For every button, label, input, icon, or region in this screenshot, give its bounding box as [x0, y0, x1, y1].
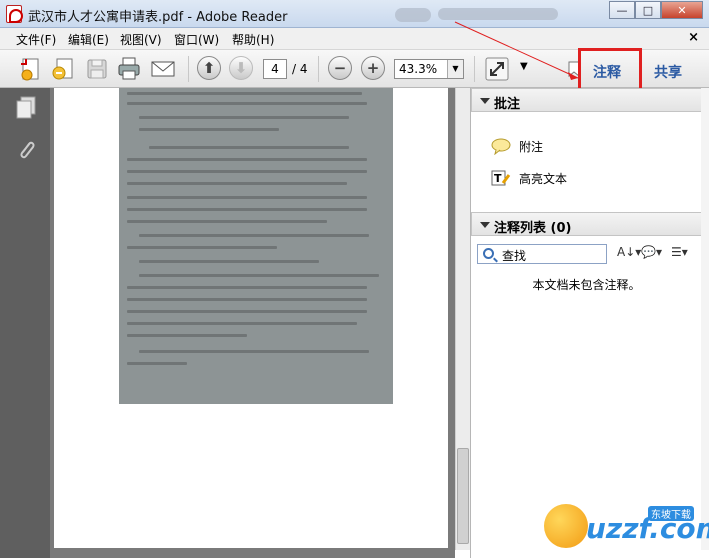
document-view[interactable]	[50, 88, 455, 558]
watermark-logo-icon	[544, 504, 588, 548]
annotations-section-header[interactable]: 批注	[471, 88, 702, 112]
svg-text:T: T	[494, 172, 502, 185]
sticky-note-label: 附注	[519, 139, 544, 154]
comment-search-input[interactable]: 查找	[477, 244, 607, 264]
search-placeholder: 查找	[502, 249, 527, 263]
no-comments-message: 本文档未包含注释。	[532, 278, 641, 292]
page-thumbnails-icon[interactable]	[15, 96, 37, 120]
pdf-page	[54, 88, 448, 548]
comment-pane: 批注 附注 T 高亮文本 注释列表 (0) 查找 A↓▾ 💬▾ ☰▾ 本文档未包…	[470, 88, 709, 558]
filter-comments-icon[interactable]: 💬▾	[641, 245, 662, 259]
sticky-note-icon	[491, 138, 511, 155]
site-watermark: uzzf.com 东坡下载	[540, 498, 709, 556]
options-menu-icon[interactable]: ☰▾	[671, 245, 688, 259]
highlight-text-icon: T	[491, 170, 511, 186]
highlight-text-tool[interactable]: T 高亮文本	[491, 168, 567, 188]
comment-list-header[interactable]: 注释列表 (0)	[471, 212, 702, 236]
document-scrollbar[interactable]	[455, 88, 470, 550]
scanned-page-image	[119, 88, 393, 404]
pane-scrollbar[interactable]	[701, 88, 709, 550]
highlight-text-label: 高亮文本	[519, 171, 568, 186]
search-icon	[483, 248, 494, 259]
sort-icon[interactable]: A↓▾	[617, 245, 641, 259]
attachment-icon[interactable]	[15, 138, 37, 162]
watermark-tag: 东坡下载	[648, 506, 694, 521]
sticky-note-tool[interactable]: 附注	[491, 136, 543, 156]
navigation-panel	[0, 88, 50, 558]
scrollbar-thumb[interactable]	[457, 448, 469, 544]
